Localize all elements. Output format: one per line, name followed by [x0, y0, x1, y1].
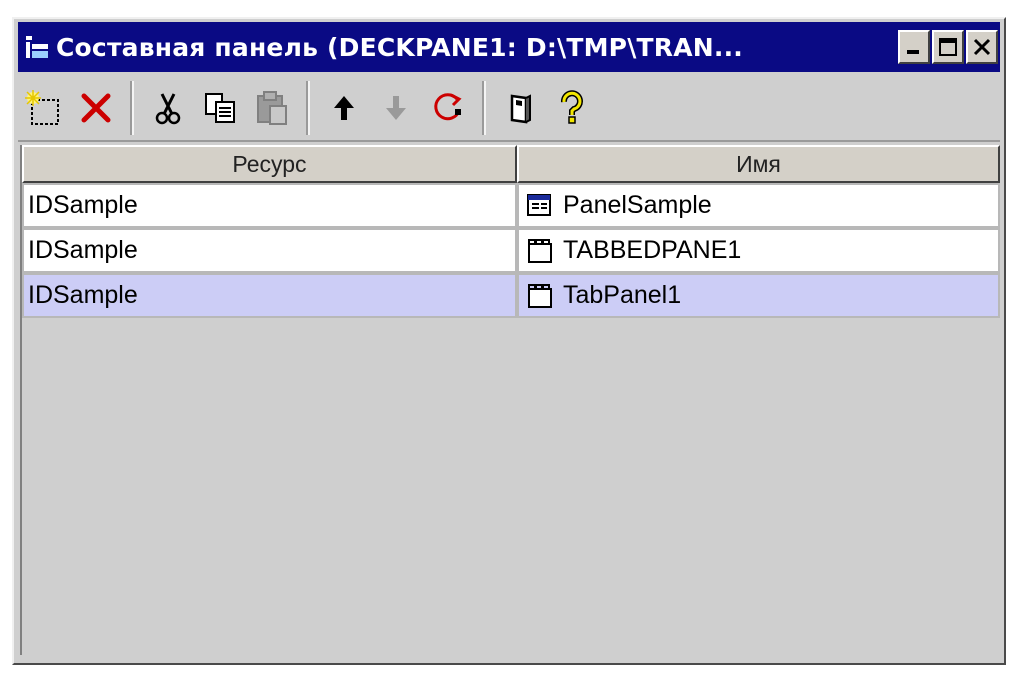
- table-row[interactable]: IDSample TabPanel1: [22, 273, 1000, 318]
- minimize-button[interactable]: [898, 30, 930, 64]
- toolbar: [18, 76, 1000, 142]
- delete-button[interactable]: [70, 82, 122, 134]
- properties-icon: [510, 94, 531, 124]
- help-button[interactable]: [546, 82, 598, 134]
- tabbed-pane-icon: [527, 238, 552, 263]
- delete-icon: [81, 93, 111, 123]
- table-header: Ресурс Имя: [22, 145, 1000, 183]
- toolbar-separator: [306, 81, 310, 135]
- new-icon: [25, 90, 59, 125]
- table-row[interactable]: IDSample TABBEDPANE1: [22, 228, 1000, 273]
- panel-icon: [526, 193, 551, 216]
- deck-pane-window: Составная панель (DECKPANE1: D:\TMP\TRAN…: [12, 17, 1006, 665]
- resource-table: Ресурс Имя IDSample PanelSample IDSample: [20, 145, 1000, 655]
- maximize-icon: [939, 38, 957, 56]
- move-up-button[interactable]: [318, 82, 370, 134]
- title-bar[interactable]: Составная панель (DECKPANE1: D:\TMP\TRAN…: [18, 22, 1000, 72]
- table-row[interactable]: IDSample PanelSample: [22, 183, 1000, 228]
- refresh-button[interactable]: [422, 82, 474, 134]
- close-icon: [973, 38, 991, 56]
- move-up-icon: [334, 96, 354, 120]
- cell-resource: IDSample: [22, 183, 517, 228]
- panel-window-icon: [18, 22, 56, 72]
- refresh-icon: [434, 93, 462, 121]
- cut-icon: [155, 93, 181, 125]
- minimize-icon: [907, 50, 919, 54]
- paste-icon: [257, 91, 287, 125]
- window-title: Составная панель (DECKPANE1: D:\TMP\TRAN…: [56, 32, 743, 62]
- toolbar-separator: [482, 81, 486, 135]
- cell-resource: IDSample: [22, 228, 517, 273]
- column-header-resource[interactable]: Ресурс: [22, 145, 517, 183]
- cell-name-text: PanelSample: [562, 191, 712, 219]
- help-icon: [561, 90, 583, 124]
- new-button[interactable]: [18, 82, 70, 134]
- maximize-button[interactable]: [932, 30, 964, 64]
- cell-name-text: TABBEDPANE1: [562, 236, 742, 264]
- cell-name-text: TabPanel1: [562, 281, 682, 309]
- paste-button[interactable]: [246, 82, 298, 134]
- cell-name: TABBEDPANE1: [516, 228, 1000, 273]
- toolbar-separator: [130, 81, 134, 135]
- copy-icon: [205, 93, 235, 123]
- cell-name: PanelSample: [516, 183, 1000, 228]
- properties-button[interactable]: [494, 82, 546, 134]
- tab-panel-icon: [527, 283, 552, 308]
- move-down-icon: [386, 96, 406, 120]
- cell-name: TabPanel1: [516, 273, 1000, 318]
- cell-resource: IDSample: [22, 273, 517, 318]
- copy-button[interactable]: [194, 82, 246, 134]
- column-header-name[interactable]: Имя: [516, 145, 1000, 183]
- move-down-button[interactable]: [370, 82, 422, 134]
- cut-button[interactable]: [142, 82, 194, 134]
- close-button[interactable]: [966, 30, 998, 64]
